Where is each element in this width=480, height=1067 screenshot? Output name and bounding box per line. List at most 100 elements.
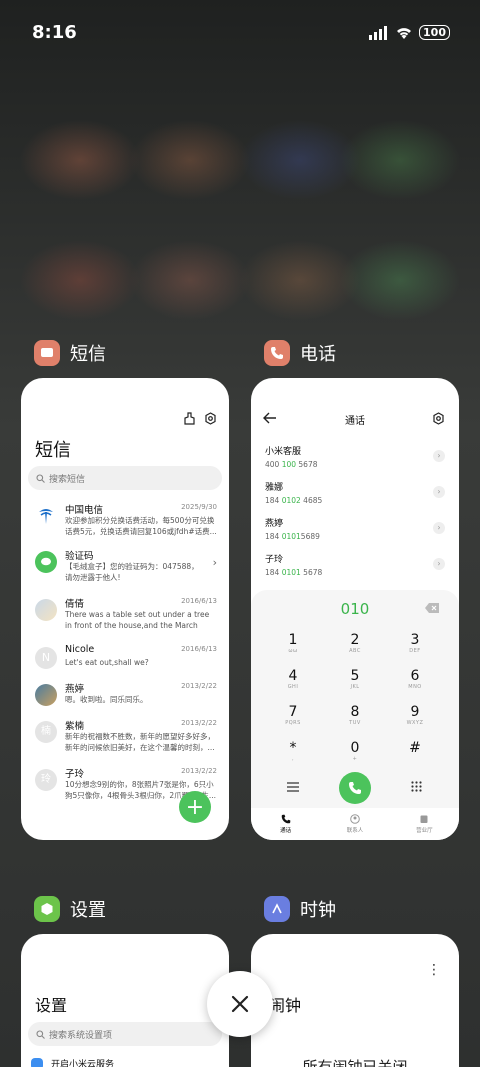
message-sender: Nicole	[65, 644, 95, 655]
message-sender: 中国电信	[65, 505, 104, 516]
dial-key-3[interactable]: 3 DEF	[385, 632, 445, 654]
clock-title: 闹钟	[269, 996, 302, 1015]
cloud-icon	[31, 1057, 43, 1067]
sms-app-card[interactable]: 短信 搜索短信 中国电信 2025/9/30 欢迎参加积分兑换话费活动，每500…	[21, 378, 229, 840]
message-item[interactable]: 楠 紫楠 2013/2/22 新年的祝福数不胜数，新年的愿望好多好多，新年的问候…	[35, 718, 217, 764]
message-item[interactable]: 中国电信 2025/9/30 欢迎参加积分兑换话费活动，每500分可兑换话费5元…	[35, 502, 217, 548]
wifi-icon	[397, 27, 412, 39]
sms-title: 短信	[35, 440, 71, 461]
china-telecom-logo-icon	[35, 505, 57, 527]
dial-key-7[interactable]: 7 PQRS	[263, 704, 323, 726]
message-sender: 子玲	[65, 769, 85, 780]
avatar: 楠	[35, 721, 57, 743]
contact-number: 184 0101 5678	[265, 568, 323, 577]
contact-item[interactable]: 燕婷 184 01015689 ›	[265, 516, 447, 546]
close-icon	[231, 995, 249, 1013]
app-header-phone[interactable]: 电话	[264, 340, 336, 366]
contact-item[interactable]: 子玲 184 0101 5678 ›	[265, 552, 447, 582]
menu-icon[interactable]	[287, 782, 299, 792]
chevron-right-icon[interactable]: ›	[433, 486, 445, 498]
dial-key-5[interactable]: 5 JKL	[325, 668, 385, 690]
dial-key-2[interactable]: 2 ABC	[325, 632, 385, 654]
phone-title: 通话	[345, 416, 365, 427]
dial-key-0[interactable]: 0 +	[325, 740, 385, 762]
contact-number: 400 100 5678	[265, 460, 318, 469]
chevron-right-icon[interactable]: ›	[433, 450, 445, 462]
store-icon	[420, 815, 428, 823]
message-sender: 燕婷	[65, 684, 85, 695]
app-header-settings[interactable]: 设置	[34, 896, 106, 922]
phone-tab-bar: 通话 联系人 营业厅	[251, 808, 459, 840]
chevron-right-icon[interactable]: ›	[433, 522, 445, 534]
signal-icon	[369, 25, 388, 40]
plus-icon: +	[185, 794, 205, 820]
message-date: 2013/2/22	[181, 682, 217, 690]
message-item[interactable]: 倩倩 2016/6/13 There was a table set out u…	[35, 596, 217, 642]
keypad-grid-icon[interactable]	[411, 781, 422, 792]
app-header-clock[interactable]: 时钟	[264, 896, 336, 922]
message-sender: 紫楠	[65, 721, 85, 732]
message-preview: Let's eat out,shall we?	[65, 658, 149, 667]
sms-app-icon	[34, 340, 60, 366]
dial-key-hash[interactable]: #	[385, 740, 445, 756]
new-message-button[interactable]: +	[179, 791, 211, 823]
dial-key-8[interactable]: 8 TUV	[325, 704, 385, 726]
message-bubble-icon	[35, 551, 57, 573]
search-icon	[36, 1029, 45, 1039]
settings-item-cloud[interactable]: 开启小米云服务	[31, 1057, 114, 1067]
dialpad: 010 1 ωω 2 ABC 3 DEF 4 GHI 5 JKL 6 MNO 7 PQRS 8…	[251, 590, 459, 840]
settings-gear-icon[interactable]	[204, 412, 217, 425]
chevron-right-icon[interactable]: ›	[433, 558, 445, 570]
status-bar: 8:16 100	[0, 0, 480, 64]
app-name-sms: 短信	[70, 344, 106, 365]
message-date: 2013/2/22	[181, 719, 217, 727]
avatar: 玲	[35, 769, 57, 791]
clock-app-icon	[264, 896, 290, 922]
more-options-icon[interactable]: ⋮	[427, 963, 441, 977]
settings-app-card[interactable]: 设置 搜索系统设置项 开启小米云服务	[21, 934, 229, 1067]
backspace-icon[interactable]	[425, 603, 439, 613]
tab-service-hall[interactable]: 营业厅	[390, 808, 459, 840]
message-preview: 嗯。收到啦。同乐同乐。	[65, 695, 148, 704]
phone-app-icon	[264, 340, 290, 366]
dial-key-star[interactable]: *,	[263, 740, 323, 762]
phone-icon	[349, 782, 361, 794]
call-button[interactable]	[339, 772, 371, 804]
tab-calls[interactable]: 通话	[251, 808, 320, 840]
contact-name: 雅娜	[265, 483, 284, 493]
contact-number: 184 0102 4685	[265, 496, 323, 505]
battery-indicator: 100	[419, 25, 450, 40]
settings-search-input[interactable]: 搜索系统设置项	[28, 1022, 222, 1046]
settings-gear-icon[interactable]	[432, 412, 445, 425]
sms-top-actions	[183, 412, 217, 425]
contact-name: 子玲	[265, 555, 284, 565]
contact-number: 184 01015689	[265, 532, 320, 541]
avatar: N	[35, 647, 57, 669]
dial-key-4[interactable]: 4 GHI	[263, 668, 323, 690]
avatar	[35, 599, 57, 621]
app-name-settings: 设置	[70, 900, 106, 921]
status-icons: 100	[369, 25, 450, 40]
sms-search-input[interactable]: 搜索短信	[28, 466, 222, 490]
clock-app-card[interactable]: ⋮ 闹钟 所有闹钟已关闭	[251, 934, 459, 1067]
app-header-sms[interactable]: 短信	[34, 340, 106, 366]
tab-contacts[interactable]: 联系人	[320, 808, 389, 840]
avatar	[35, 684, 57, 706]
clear-all-button[interactable]	[207, 971, 273, 1037]
contact-item[interactable]: 雅娜 184 0102 4685 ›	[265, 480, 447, 510]
phone-app-card[interactable]: 通话 小米客服 400 100 5678 › 雅娜 184 0102 4685 …	[251, 378, 459, 840]
message-preview: There was a table set out under a tree i…	[65, 610, 210, 630]
dial-key-6[interactable]: 6 MNO	[385, 668, 445, 690]
message-preview: 欢迎参加积分兑换话费活动，每500分可兑换话费5元，兑换话费请回复106或jfd…	[65, 516, 217, 536]
message-item[interactable]: 验证码 › 【毛绒盒子】您的验证码为：047588，请勿泄露于他人!	[35, 548, 217, 594]
settings-title: 设置	[35, 996, 68, 1015]
contact-item[interactable]: 小米客服 400 100 5678 ›	[265, 444, 447, 474]
search-icon	[36, 473, 45, 483]
clean-icon[interactable]	[183, 412, 196, 425]
message-sender: 倩倩	[65, 599, 85, 610]
message-date: 2025/9/30	[181, 503, 217, 511]
dial-key-1[interactable]: 1 ωω	[263, 632, 323, 654]
dial-key-9[interactable]: 9 WXYZ	[385, 704, 445, 726]
settings-search-placeholder: 搜索系统设置项	[49, 1030, 113, 1041]
message-sender: 验证码	[65, 551, 94, 562]
